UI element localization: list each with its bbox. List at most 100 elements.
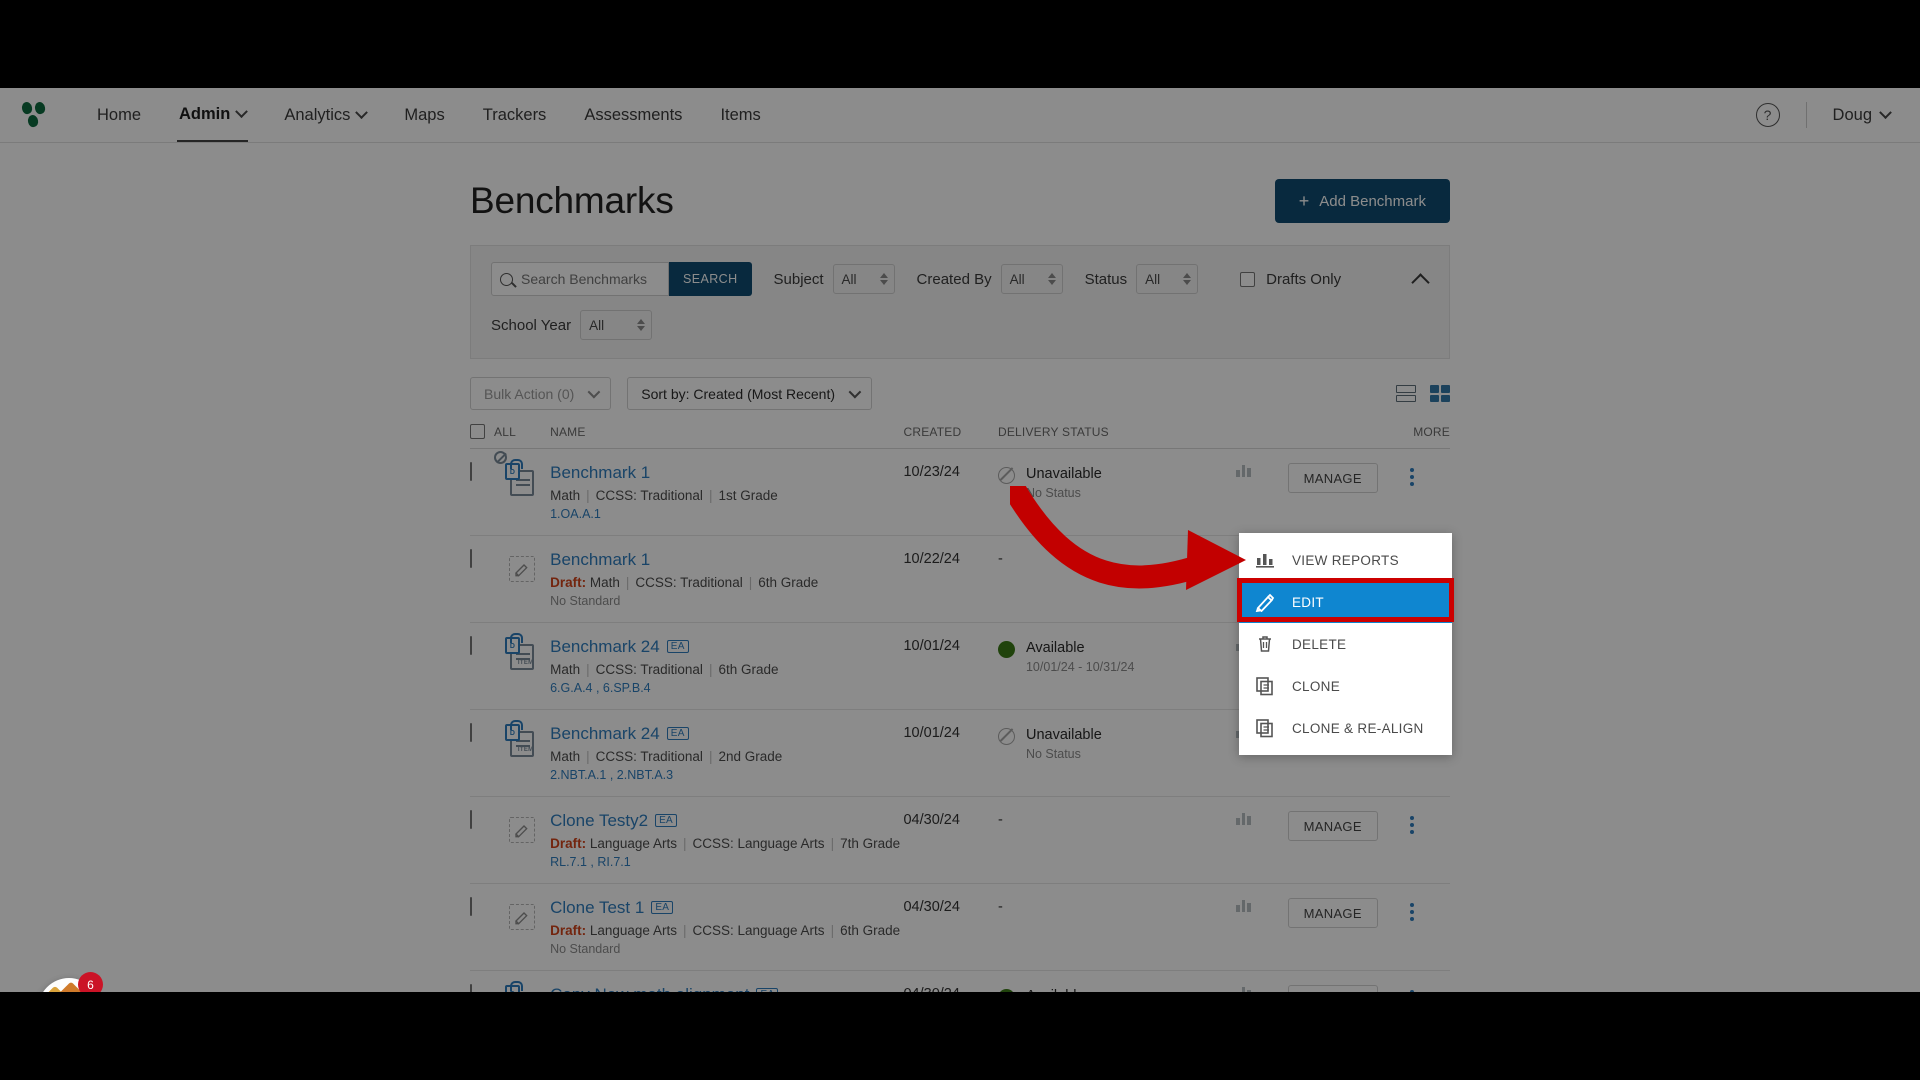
row-status-cell: Available (997, 970, 1237, 992)
benchmark-name-link[interactable]: Benchmark 1 (550, 463, 650, 482)
drafts-only-group[interactable]: Drafts Only (1240, 271, 1341, 288)
header-all-label: ALL (494, 424, 516, 439)
menu-item-clone[interactable]: CLONE (1239, 665, 1452, 707)
row-standard[interactable]: RL.7.1 , RI.7.1 (550, 855, 903, 869)
row-name-cell: Clone Testy2 EA Draft: Language Arts | CCSS:… (550, 796, 904, 884)
select-all-checkbox[interactable] (470, 424, 485, 439)
menu-item-label: CLONE (1292, 678, 1341, 694)
row-standard[interactable]: 1.OA.A.1 (550, 507, 903, 521)
search-box[interactable] (491, 262, 669, 296)
sort-by-dropdown[interactable]: Sort by: Created (Most Recent) (627, 377, 873, 410)
row-checkbox[interactable] (470, 984, 472, 992)
benchmark-name-link[interactable]: Clone Testy2 (550, 811, 648, 830)
benchmark-name-link[interactable]: Clone Test 1 (550, 898, 644, 917)
user-name: Doug (1832, 105, 1872, 124)
status-select[interactable]: All (1136, 264, 1199, 294)
chevron-down-icon (848, 385, 862, 399)
view-reports-icon[interactable] (1236, 985, 1287, 992)
benchmark-name-link[interactable]: Benchmark 24 (550, 637, 660, 656)
table-row: Clone Test 1 EA Draft: Language Arts | CCSS:… (470, 883, 1450, 971)
benchmark-name-link[interactable]: Copy New math alignment (550, 985, 749, 992)
menu-item-delete[interactable]: DELETE (1239, 623, 1452, 665)
nav-item-admin[interactable]: Admin (177, 88, 249, 142)
row-select-cell (470, 622, 505, 710)
row-manage-cell: MANAGE (1287, 970, 1401, 992)
status-badge: Unavailable No Status (997, 724, 1236, 761)
row-more-menu-button[interactable] (1401, 985, 1423, 992)
menu-item-view-reports[interactable]: VIEW REPORTS (1239, 539, 1452, 581)
list-view-icon[interactable] (1396, 385, 1416, 402)
bulk-action-dropdown[interactable]: Bulk Action (0) (470, 377, 612, 410)
created-by-select[interactable]: All (1000, 264, 1063, 294)
nav-item-analytics[interactable]: Analytics (282, 89, 369, 141)
nav-item-assessments[interactable]: Assessments (582, 89, 684, 141)
row-subject: Math (550, 662, 581, 677)
search-button[interactable]: SEARCH (669, 262, 752, 296)
nav-item-home[interactable]: Home (95, 89, 143, 141)
row-reports-cell (1236, 970, 1288, 992)
draft-label: Draft: (550, 575, 587, 590)
row-framework: CCSS: Traditional (635, 575, 743, 590)
add-benchmark-button[interactable]: + Add Benchmark (1274, 179, 1450, 223)
view-reports-icon[interactable] (1236, 811, 1287, 825)
manage-button[interactable]: MANAGE (1287, 985, 1378, 992)
nav-label: Trackers (482, 106, 547, 124)
row-more-menu-button[interactable] (1401, 463, 1423, 487)
benchmark-name-link[interactable]: Benchmark 24 (550, 724, 660, 743)
school-year-label: School Year (491, 316, 572, 334)
row-subject: Math (550, 488, 581, 503)
header-name[interactable]: NAME (550, 424, 904, 449)
chevron-down-icon (235, 105, 249, 119)
filter-panel: SEARCH Subject All Created By All Status (470, 245, 1450, 359)
row-standard[interactable]: 2.NBT.A.1 , 2.NBT.A.3 (550, 768, 903, 782)
ea-badge: EA (655, 814, 678, 827)
grid-view-icon[interactable] (1430, 385, 1450, 402)
search-input[interactable] (521, 271, 661, 287)
header-delivery-status[interactable]: DELIVERY STATUS (997, 424, 1401, 449)
benchmark-name-link[interactable]: Benchmark 1 (550, 550, 650, 569)
row-standard[interactable]: 6.G.A.4 , 6.SP.B.4 (550, 681, 903, 695)
menu-item-clone-re-align[interactable]: CLONE & RE-ALIGN (1239, 707, 1452, 749)
row-checkbox[interactable] (470, 549, 472, 568)
view-reports-icon[interactable] (1236, 463, 1287, 477)
row-subject: Math (589, 575, 620, 590)
row-checkbox[interactable] (470, 636, 472, 655)
view-reports-icon[interactable] (1236, 898, 1287, 912)
collapse-filters-icon[interactable] (1413, 271, 1429, 287)
filter-row-primary: SEARCH Subject All Created By All Status (491, 262, 1429, 296)
row-more-menu-button[interactable] (1401, 898, 1423, 922)
chevron-down-icon (587, 385, 601, 399)
row-more-menu-button[interactable] (1401, 811, 1423, 835)
nav-item-maps[interactable]: Maps (402, 89, 446, 141)
row-status-cell: - (997, 535, 1237, 623)
status-badge: Unavailable No Status (997, 463, 1236, 500)
manage-button[interactable]: MANAGE (1287, 811, 1378, 841)
notification-badge[interactable]: 6 (78, 972, 103, 992)
row-checkbox[interactable] (470, 897, 472, 916)
row-checkbox[interactable] (470, 810, 472, 829)
row-checkbox[interactable] (470, 723, 472, 742)
row-created-cell: 04/30/24 (903, 883, 998, 971)
subject-select[interactable]: All (832, 264, 895, 294)
pencil-icon (1255, 592, 1275, 613)
row-standard: No Standard (550, 942, 621, 956)
manage-button[interactable]: MANAGE (1287, 463, 1378, 493)
row-manage-cell: MANAGE (1287, 448, 1401, 536)
row-checkbox[interactable] (470, 462, 472, 481)
manage-button[interactable]: MANAGE (1287, 898, 1378, 928)
nav-item-trackers[interactable]: Trackers (481, 89, 549, 141)
header-created[interactable]: CREATED (903, 424, 998, 449)
nav-item-items[interactable]: Items (718, 89, 762, 141)
drafts-only-checkbox[interactable] (1240, 271, 1256, 287)
row-framework: CCSS: Language Arts (692, 923, 825, 938)
user-menu[interactable]: Doug (1832, 105, 1892, 125)
draft-label: Draft: (550, 836, 587, 851)
row-grade: 2nd Grade (718, 749, 783, 764)
row-more-cell (1400, 796, 1450, 884)
logo-icon[interactable] (20, 101, 52, 128)
menu-item-edit[interactable]: EDIT (1239, 581, 1452, 623)
help-icon[interactable]: ? (1755, 103, 1780, 127)
school-year-select[interactable]: All (580, 310, 653, 340)
chevron-down-icon (355, 106, 369, 120)
row-created-cell: 10/01/24 (903, 709, 998, 797)
